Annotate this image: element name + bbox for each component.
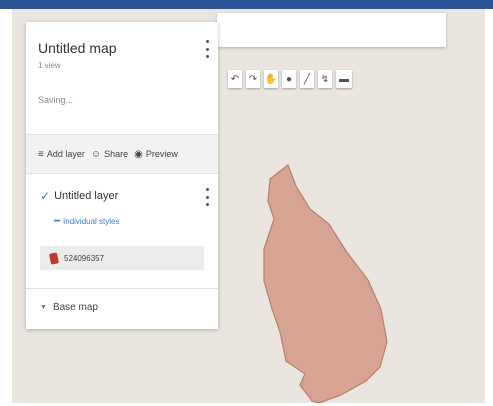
layer-title[interactable]: Untitled layer	[54, 190, 118, 202]
route-icon[interactable]: ↯	[318, 70, 332, 88]
add-layer-icon: ≡	[38, 148, 44, 160]
feature-list-item[interactable]: 524096357	[40, 246, 204, 270]
layer-visible-checkbox[interactable]: ✓	[40, 189, 50, 203]
undo-icon[interactable]: ↶	[228, 70, 242, 88]
base-map-label: Base map	[52, 302, 98, 313]
marker-icon[interactable]: ●	[282, 70, 296, 88]
add-layer-button[interactable]: ≡ Add layer	[38, 149, 85, 160]
share-button[interactable]: ☺ Share	[91, 149, 128, 160]
map-sidebar-panel: Untitled map 1 view Saving... ≡ Add laye…	[26, 22, 218, 329]
preview-button[interactable]: ◉ Preview	[134, 149, 178, 160]
base-map-toggle[interactable]: ▼ Base map	[40, 302, 98, 313]
share-label: Share	[104, 149, 129, 159]
drawn-polygon[interactable]	[263, 164, 388, 403]
add-person-icon: ☺	[90, 148, 102, 160]
preview-label: Preview	[145, 149, 178, 159]
draw-line-icon[interactable]: ╱	[300, 70, 314, 88]
map-options-kebab-icon[interactable]	[202, 40, 212, 58]
feature-label: 524096357	[64, 253, 105, 263]
chevron-down-icon: ▼	[40, 304, 47, 311]
hand-icon[interactable]: ✋	[264, 70, 278, 88]
save-status: Saving...	[38, 95, 74, 105]
add-layer-label: Add layer	[46, 149, 85, 159]
individual-styles-label: Individual styles	[63, 217, 120, 226]
map-title[interactable]: Untitled map	[38, 40, 117, 56]
map-canvas[interactable]: ↶ ↷ ✋ ● ╱ ↯ ▬ Untitled map 1 view Saving…	[12, 9, 485, 403]
feature-pin-icon	[48, 251, 60, 265]
layer-options-kebab-icon[interactable]	[202, 188, 212, 206]
search-box[interactable]	[217, 13, 446, 47]
map-toolbar: ↶ ↷ ✋ ● ╱ ↯ ▬	[228, 70, 352, 92]
layer-header[interactable]: ✓ Untitled layer	[40, 189, 118, 203]
window-top-bar	[0, 0, 493, 9]
map-view-count: 1 view	[38, 61, 61, 70]
eye-icon: ◉	[134, 148, 143, 160]
paint-roller-icon: ━	[54, 216, 61, 227]
map-action-bar: ≡ Add layer ☺ Share ◉ Preview	[26, 134, 218, 174]
panel-divider	[26, 288, 218, 289]
screenshot-frame: ↶ ↷ ✋ ● ╱ ↯ ▬ Untitled map 1 view Saving…	[0, 0, 493, 406]
redo-icon[interactable]: ↷	[246, 70, 260, 88]
individual-styles-link[interactable]: ━ Individual styles	[54, 216, 120, 227]
ruler-icon[interactable]: ▬	[336, 70, 352, 88]
